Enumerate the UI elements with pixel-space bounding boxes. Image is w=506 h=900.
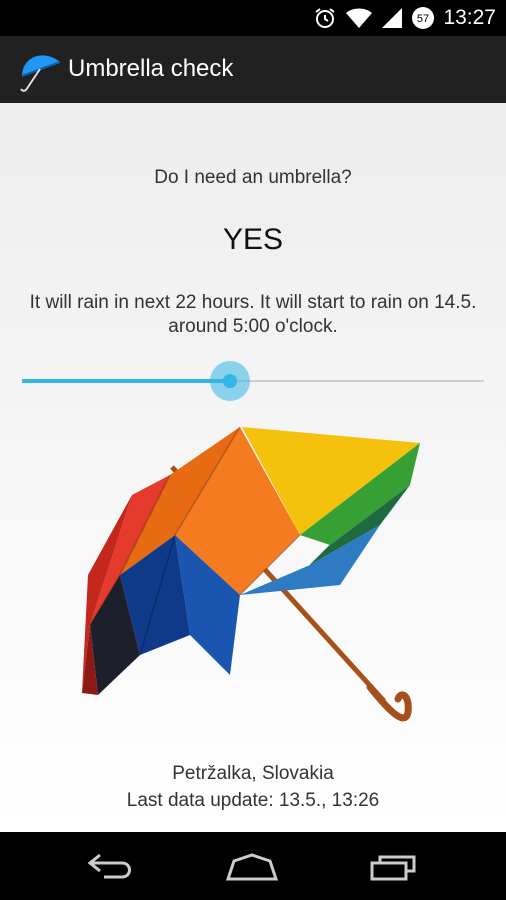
- signal-icon: [382, 8, 403, 28]
- rainbow-umbrella-image: [82, 426, 420, 722]
- navigation-bar: [0, 832, 506, 900]
- alarm-icon: [315, 8, 336, 28]
- main-content: Do I need an umbrella? YES It will rain …: [0, 103, 506, 832]
- action-bar: Umbrella check: [0, 36, 506, 103]
- recent-apps-icon[interactable]: [364, 849, 424, 883]
- home-icon[interactable]: [222, 849, 282, 883]
- back-icon[interactable]: [82, 849, 142, 883]
- answer-text: YES: [222, 223, 284, 256]
- time-slider[interactable]: [22, 361, 484, 401]
- forecast-text: It will rain in next 22 hours. It will s…: [29, 292, 477, 337]
- slider-fill: [22, 379, 230, 383]
- last-update-text: Last data update: 13.5., 13:26: [126, 790, 380, 811]
- question-text: Do I need an umbrella?: [154, 167, 352, 188]
- status-bar: 57 13:27: [0, 0, 506, 36]
- status-time: 13:27: [443, 6, 496, 29]
- umbrella-app-icon[interactable]: [16, 46, 64, 94]
- battery-icon: 57: [412, 7, 435, 29]
- location-text: Petržalka, Slovakia: [172, 763, 334, 784]
- app-title: Umbrella check: [68, 55, 234, 82]
- battery-level: 57: [417, 13, 429, 25]
- wifi-icon: [346, 8, 373, 28]
- status-icons: 57 13:27: [313, 6, 496, 30]
- slider-thumb[interactable]: [222, 374, 237, 388]
